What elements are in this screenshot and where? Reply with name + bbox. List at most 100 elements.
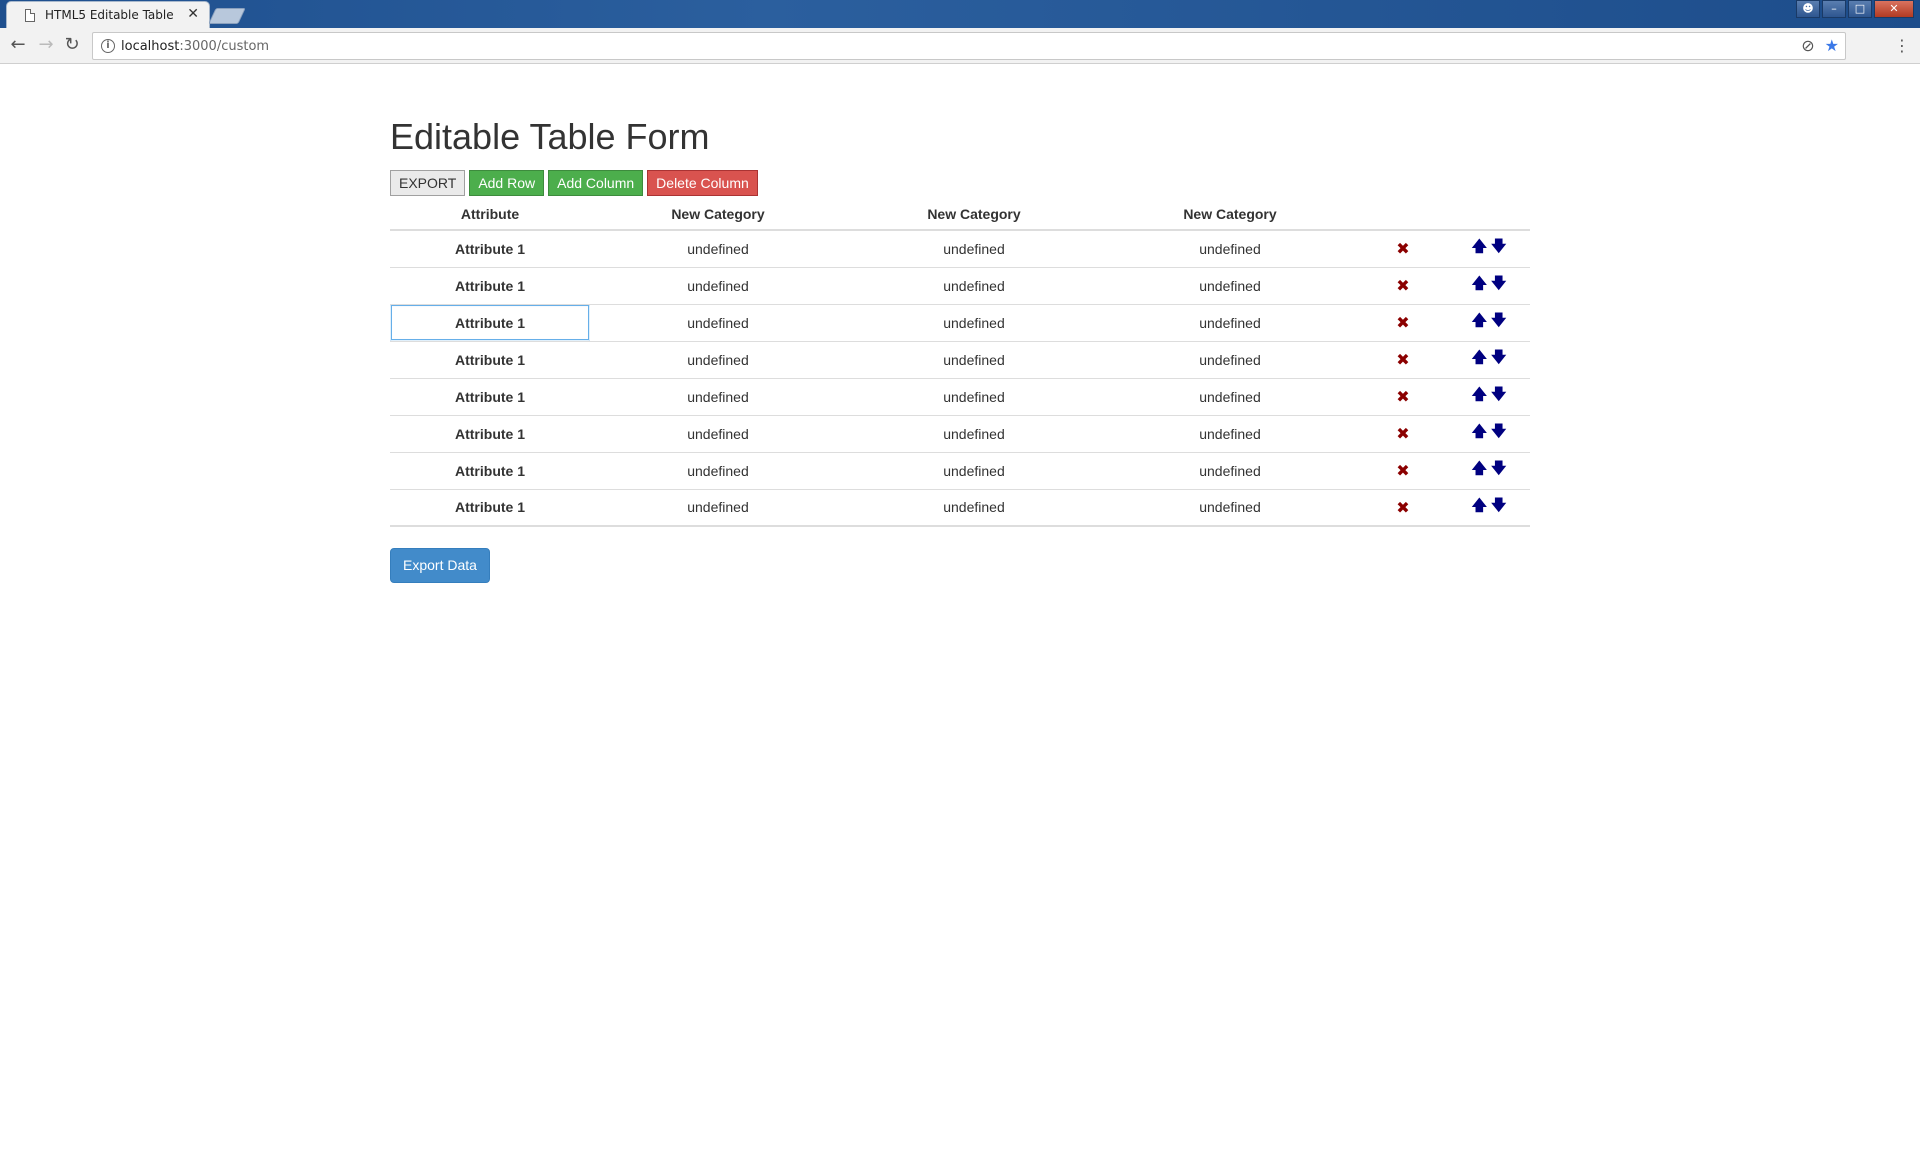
column-header-empty — [1358, 198, 1448, 230]
move-cell: 🡅 🡇 — [1448, 414, 1530, 452]
category-cell[interactable]: undefined — [846, 229, 1102, 267]
new-tab-button[interactable] — [208, 8, 246, 24]
remove-row-icon[interactable]: ✖ — [1396, 461, 1409, 480]
move-down-icon[interactable]: 🡇 — [1491, 237, 1506, 255]
category-cell[interactable]: undefined — [846, 340, 1102, 378]
attribute-cell[interactable]: Attribute 1 — [390, 488, 590, 527]
attribute-cell[interactable]: Attribute 1 — [390, 414, 590, 452]
column-header[interactable]: New Category — [590, 198, 846, 230]
move-up-icon[interactable]: 🡅 — [1472, 385, 1487, 403]
bookmark-star-icon[interactable]: ★ — [1825, 36, 1839, 55]
category-cell[interactable]: undefined — [1102, 377, 1358, 415]
move-down-icon[interactable]: 🡇 — [1491, 422, 1506, 440]
attribute-cell[interactable]: Attribute 1 — [390, 377, 590, 415]
delete-column-button[interactable]: Delete Column — [647, 170, 758, 196]
remove-cell: ✖ — [1358, 488, 1448, 527]
category-cell[interactable]: undefined — [590, 340, 846, 378]
column-header[interactable]: New Category — [1102, 198, 1358, 230]
remove-cell: ✖ — [1358, 451, 1448, 489]
category-cell[interactable]: undefined — [846, 377, 1102, 415]
move-down-icon[interactable]: 🡇 — [1491, 274, 1506, 292]
url-text: localhost:3000/custom — [121, 39, 269, 54]
move-up-icon[interactable]: 🡅 — [1472, 348, 1487, 366]
export-button[interactable]: EXPORT — [390, 170, 466, 196]
category-cell[interactable]: undefined — [590, 488, 846, 527]
move-down-icon[interactable]: 🡇 — [1491, 496, 1506, 514]
move-up-icon[interactable]: 🡅 — [1472, 496, 1487, 514]
browser-tab[interactable]: HTML5 Editable Table ✕ — [6, 1, 210, 28]
move-cell: 🡅 🡇 — [1448, 303, 1530, 341]
category-cell[interactable]: undefined — [590, 303, 846, 341]
category-cell[interactable]: undefined — [1102, 340, 1358, 378]
move-down-icon[interactable]: 🡇 — [1491, 311, 1506, 329]
remove-row-icon[interactable]: ✖ — [1396, 424, 1409, 443]
category-cell[interactable]: undefined — [590, 451, 846, 489]
remove-row-icon[interactable]: ✖ — [1396, 313, 1409, 332]
move-up-icon[interactable]: 🡅 — [1472, 422, 1487, 440]
add-column-button[interactable]: Add Column — [548, 170, 644, 196]
category-cell[interactable]: undefined — [1102, 303, 1358, 341]
browser-menu-icon[interactable]: ⋮ — [1894, 36, 1910, 55]
add-row-button[interactable]: Add Row — [469, 170, 545, 196]
attribute-cell[interactable]: Attribute 1 — [390, 229, 590, 267]
table-row: Attribute 1 undefined undefined undefined ✖ 🡅… — [390, 229, 1530, 267]
move-down-icon[interactable]: 🡇 — [1491, 459, 1506, 477]
close-window-button[interactable]: ✕ — [1874, 0, 1914, 18]
move-up-icon[interactable]: 🡅 — [1472, 311, 1487, 329]
move-cell: 🡅 🡇 — [1448, 340, 1530, 378]
attribute-cell[interactable]: Attribute 1 — [390, 266, 590, 304]
category-cell[interactable]: undefined — [846, 303, 1102, 341]
remove-cell: ✖ — [1358, 266, 1448, 304]
column-header[interactable]: New Category — [846, 198, 1102, 230]
tab-close-icon[interactable]: ✕ — [187, 6, 199, 22]
category-cell[interactable]: undefined — [846, 414, 1102, 452]
move-up-icon[interactable]: 🡅 — [1472, 459, 1487, 477]
category-cell[interactable]: undefined — [590, 377, 846, 415]
category-cell[interactable]: undefined — [1102, 229, 1358, 267]
maximize-button[interactable]: □ — [1848, 0, 1872, 18]
category-cell[interactable]: undefined — [846, 266, 1102, 304]
category-cell[interactable]: undefined — [1102, 266, 1358, 304]
page-icon — [25, 9, 35, 22]
translate-icon[interactable]: ⊘ — [1801, 36, 1814, 55]
remove-row-icon[interactable]: ✖ — [1396, 350, 1409, 369]
attribute-cell[interactable]: Attribute 1 — [390, 451, 590, 489]
user-icon[interactable]: ☻ — [1796, 0, 1820, 18]
table-row: Attribute 1 undefined undefined undefined ✖ 🡅… — [390, 377, 1530, 415]
remove-row-icon[interactable]: ✖ — [1396, 239, 1409, 258]
move-cell: 🡅 🡇 — [1448, 266, 1530, 304]
category-cell[interactable]: undefined — [590, 266, 846, 304]
remove-cell: ✖ — [1358, 414, 1448, 452]
table-row: Attribute 1 undefined undefined undefined ✖ 🡅… — [390, 451, 1530, 489]
move-up-icon[interactable]: 🡅 — [1472, 237, 1487, 255]
move-down-icon[interactable]: 🡇 — [1491, 385, 1506, 403]
category-cell[interactable]: undefined — [1102, 488, 1358, 527]
column-header[interactable]: Attribute — [390, 198, 590, 230]
category-cell[interactable]: undefined — [590, 414, 846, 452]
export-data-button[interactable]: Export Data — [390, 548, 490, 583]
move-cell: 🡅 🡇 — [1448, 451, 1530, 489]
remove-row-icon[interactable]: ✖ — [1396, 276, 1409, 295]
category-cell[interactable]: undefined — [1102, 451, 1358, 489]
info-icon[interactable]: i — [101, 39, 115, 53]
remove-cell: ✖ — [1358, 340, 1448, 378]
minimize-button[interactable]: – — [1822, 0, 1846, 18]
remove-row-icon[interactable]: ✖ — [1396, 387, 1409, 406]
browser-toolbar: ← → ↻ i localhost:3000/custom ⊘ ★ ⋮ — [0, 28, 1920, 64]
forward-icon[interactable]: → — [36, 36, 56, 56]
category-cell[interactable]: undefined — [846, 451, 1102, 489]
move-up-icon[interactable]: 🡅 — [1472, 274, 1487, 292]
remove-cell: ✖ — [1358, 303, 1448, 341]
address-bar[interactable]: i localhost:3000/custom ⊘ ★ — [92, 32, 1846, 60]
category-cell[interactable]: undefined — [846, 488, 1102, 527]
move-cell: 🡅 🡇 — [1448, 488, 1530, 527]
attribute-cell[interactable]: Attribute 1 — [390, 340, 590, 378]
remove-row-icon[interactable]: ✖ — [1396, 498, 1409, 517]
reload-icon[interactable]: ↻ — [62, 36, 82, 56]
move-down-icon[interactable]: 🡇 — [1491, 348, 1506, 366]
back-icon[interactable]: ← — [8, 36, 28, 56]
remove-cell: ✖ — [1358, 229, 1448, 267]
category-cell[interactable]: undefined — [590, 229, 846, 267]
attribute-cell[interactable]: Attribute 1 — [390, 303, 590, 341]
category-cell[interactable]: undefined — [1102, 414, 1358, 452]
